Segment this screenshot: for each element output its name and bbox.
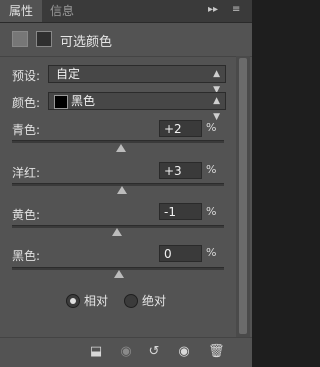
yellow-value-field[interactable]: -1 bbox=[159, 203, 202, 220]
scrollbar-thumb[interactable] bbox=[239, 58, 247, 334]
slider-label-cyan: 青色: bbox=[12, 123, 41, 137]
trash-icon[interactable]: 🗑 bbox=[208, 344, 225, 360]
black-value-field[interactable]: 0 bbox=[159, 245, 202, 262]
color-swatch bbox=[54, 95, 68, 109]
slider-label-magenta: 洋红: bbox=[12, 166, 41, 180]
preset-value: 自定 bbox=[56, 67, 81, 81]
yellow-slider-thumb[interactable] bbox=[112, 228, 122, 236]
black-slider-thumb[interactable] bbox=[114, 270, 124, 278]
adjustment-title: 可选颜色 bbox=[60, 35, 113, 50]
vertical-scrollbar[interactable] bbox=[236, 56, 250, 338]
clip-to-layer-icon[interactable]: ⬓ bbox=[88, 344, 104, 360]
colors-select[interactable]: 黑色 ▲ ▼ bbox=[48, 92, 226, 122]
properties-panel: 属性 信息 ▸▸ ≡ 可选颜色 预设: 自定 ▲ ▼ 颜色: 黑色 ▲ ▼ 青色: … bbox=[0, 0, 252, 367]
magenta-value-field[interactable]: +3 bbox=[159, 162, 202, 179]
cyan-unit: % bbox=[206, 121, 217, 134]
preset-label: 预设: bbox=[12, 69, 41, 83]
preset-select[interactable]: 自定 ▲ ▼ bbox=[48, 65, 226, 95]
colors-label: 颜色: bbox=[12, 96, 41, 110]
cyan-slider-track[interactable] bbox=[12, 140, 224, 143]
absolute-label: 绝对 bbox=[142, 294, 167, 308]
layer-mask-icon[interactable] bbox=[36, 31, 52, 47]
cyan-value-field[interactable]: +2 bbox=[159, 120, 202, 137]
magenta-slider-thumb[interactable] bbox=[117, 186, 127, 194]
collapse-icon[interactable]: ▸▸ bbox=[208, 4, 218, 15]
relative-radio[interactable] bbox=[66, 294, 80, 308]
slider-label-black: 黑色: bbox=[12, 249, 41, 263]
yellow-unit: % bbox=[206, 205, 217, 218]
absolute-radio[interactable] bbox=[124, 294, 138, 308]
adjustment-layer-icon[interactable] bbox=[12, 31, 28, 47]
tab-properties[interactable]: 属性 bbox=[0, 0, 42, 22]
panel-tab-bar: 属性 信息 ▸▸ ≡ bbox=[0, 0, 252, 23]
reset-icon[interactable]: ↺ bbox=[146, 344, 162, 360]
magenta-unit: % bbox=[206, 163, 217, 176]
slider-label-yellow: 黄色: bbox=[12, 208, 41, 222]
tab-info[interactable]: 信息 bbox=[42, 0, 82, 22]
adjustment-header: 可选颜色 bbox=[0, 22, 252, 57]
visibility-icon[interactable]: ◉ bbox=[176, 344, 192, 360]
black-unit: % bbox=[206, 246, 217, 259]
relative-label: 相对 bbox=[84, 294, 109, 308]
view-previous-state-icon[interactable]: ◉ bbox=[118, 344, 134, 360]
cyan-slider-thumb[interactable] bbox=[116, 144, 126, 152]
colors-value: 黑色 bbox=[71, 94, 96, 108]
footer-toolbar: ⬓ ◉ ↺ ◉ 🗑 bbox=[0, 337, 252, 367]
panel-menu-icon[interactable]: ≡ bbox=[232, 4, 240, 15]
